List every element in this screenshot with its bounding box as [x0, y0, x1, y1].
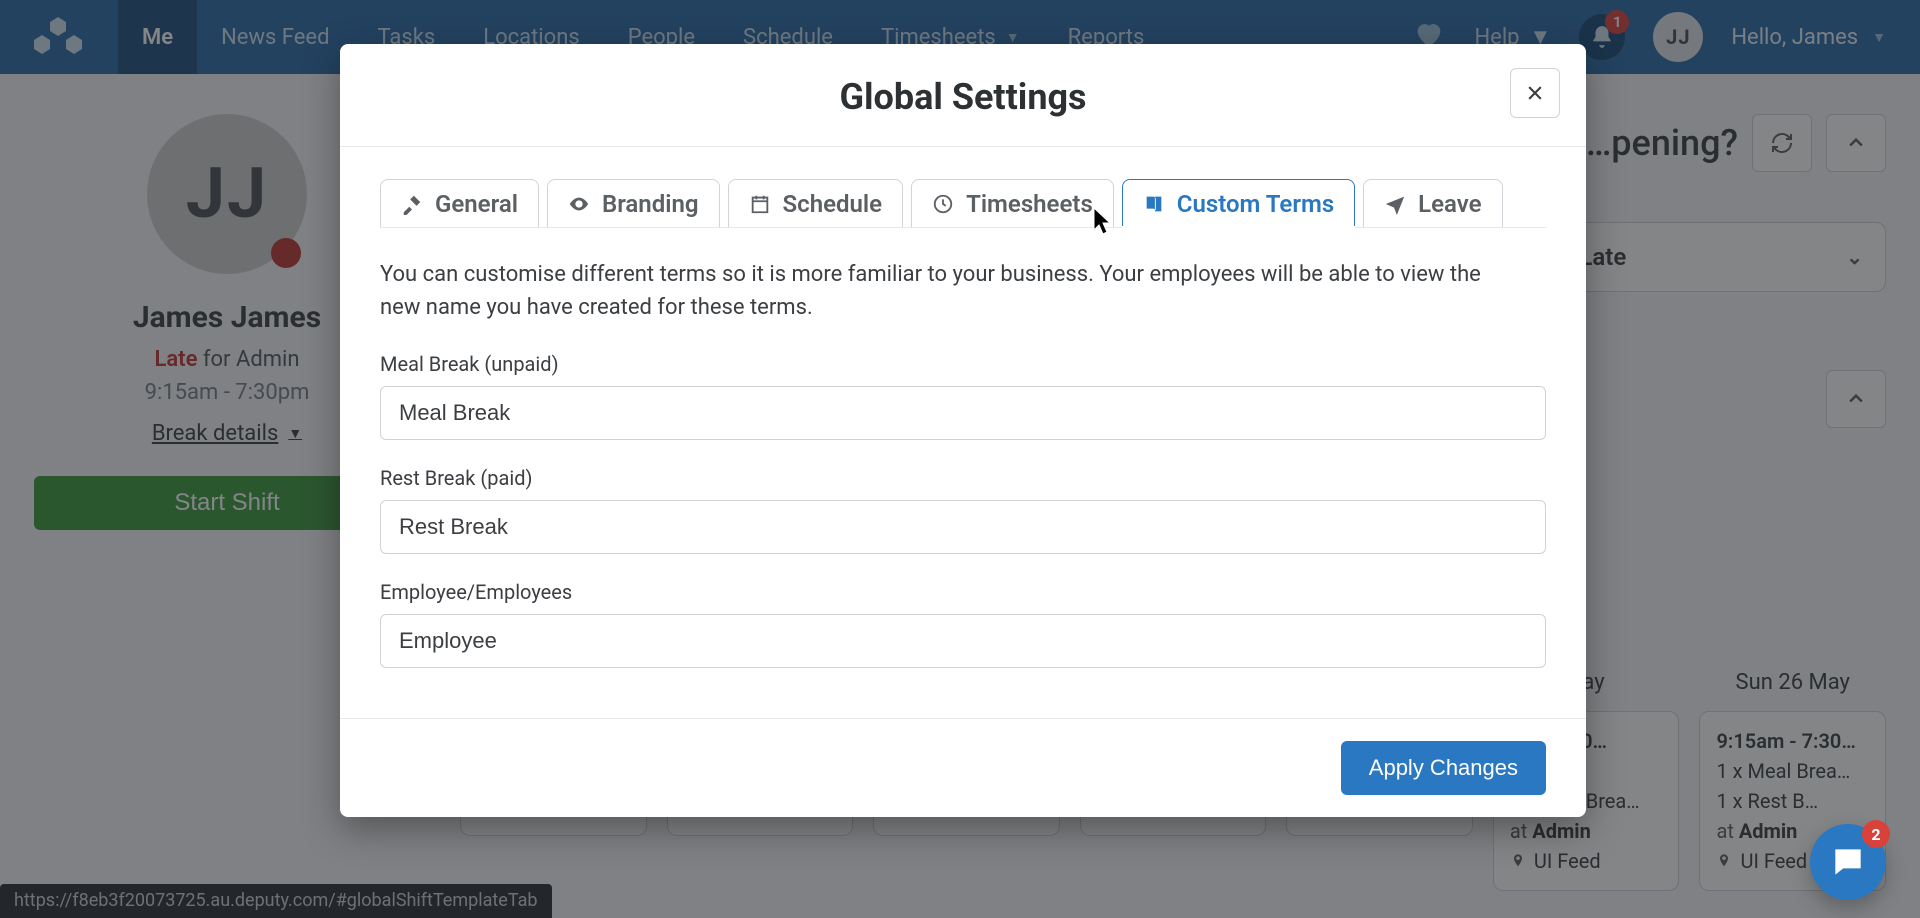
chat-launcher[interactable]: 2: [1810, 824, 1886, 900]
modal-body: General Branding Schedule Timesheets Cus…: [340, 147, 1586, 718]
clock-icon: [932, 193, 954, 215]
rest-break-input[interactable]: [380, 500, 1546, 554]
chat-badge: 2: [1862, 820, 1890, 848]
modal-footer: Apply Changes: [340, 718, 1586, 817]
field-label-rest-break: Rest Break (paid): [380, 466, 1546, 490]
meal-break-input[interactable]: [380, 386, 1546, 440]
tab-timesheets[interactable]: Timesheets: [911, 179, 1114, 227]
tab-custom-terms[interactable]: Custom Terms: [1122, 179, 1355, 227]
modal-header: Global Settings: [340, 44, 1586, 147]
apply-changes-button[interactable]: Apply Changes: [1341, 741, 1546, 795]
employee-input[interactable]: [380, 614, 1546, 668]
field-label-meal-break: Meal Break (unpaid): [380, 352, 1546, 376]
field-label-employee: Employee/Employees: [380, 580, 1546, 604]
calendar-icon: [749, 193, 771, 215]
global-settings-modal: Global Settings General Branding Schedul…: [340, 44, 1586, 817]
settings-tabs: General Branding Schedule Timesheets Cus…: [380, 179, 1546, 228]
book-icon: [1143, 193, 1165, 215]
tab-branding[interactable]: Branding: [547, 179, 720, 227]
custom-terms-description: You can customise different terms so it …: [380, 258, 1510, 324]
tab-schedule[interactable]: Schedule: [728, 179, 904, 227]
tools-icon: [401, 193, 423, 215]
modal-close-button[interactable]: [1510, 68, 1560, 118]
modal-title: Global Settings: [380, 76, 1546, 118]
tab-general[interactable]: General: [380, 179, 539, 227]
tab-leave[interactable]: Leave: [1363, 179, 1502, 227]
eye-icon: [568, 193, 590, 215]
plane-icon: [1384, 193, 1406, 215]
